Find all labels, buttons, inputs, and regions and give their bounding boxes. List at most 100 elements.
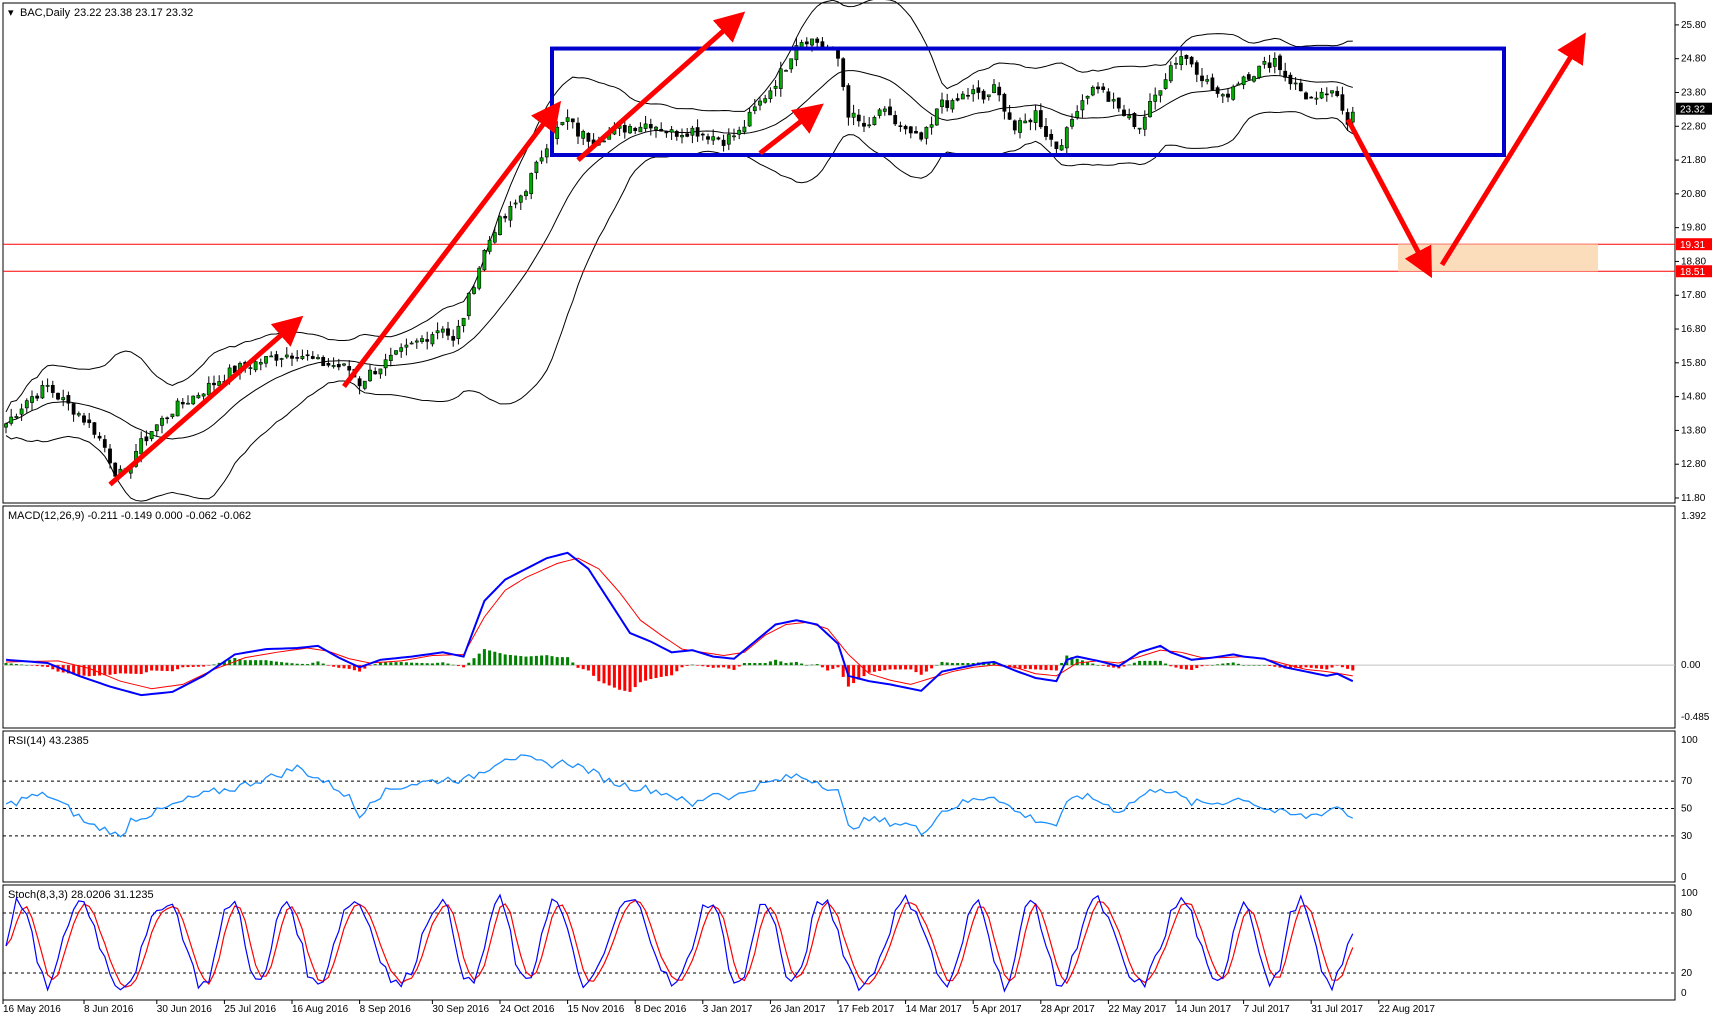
macd-histogram-bar [701, 665, 705, 667]
macd-histogram-bar [155, 665, 159, 671]
date-tick-label: 17 Feb 2017 [838, 1004, 895, 1015]
candle-bull [508, 206, 513, 221]
macd-histogram-bar [1335, 665, 1339, 666]
candle-bull [539, 157, 544, 162]
macd-histogram-bar [1158, 660, 1162, 666]
candle-bear [570, 118, 575, 123]
macd-histogram-bar [1200, 665, 1204, 667]
candle-bear [586, 132, 591, 142]
macd-histogram-bar [1132, 662, 1136, 666]
candle-bull [1023, 120, 1028, 124]
candle-bear [108, 448, 112, 464]
macd-histogram-bar [545, 655, 549, 666]
trading-chart[interactable]: 25.8024.8023.8022.8021.8020.8019.8018.80… [0, 0, 1713, 1020]
candle-bear [1012, 120, 1017, 131]
candle-bull [24, 400, 29, 409]
candle-bull [1153, 94, 1158, 102]
candle-bull [394, 350, 398, 355]
candle-bull [284, 354, 289, 358]
macd-histogram-bar [904, 665, 908, 670]
dropdown-icon[interactable]: ▾ [8, 7, 14, 19]
candle-bull [1070, 119, 1074, 127]
date-tick-label: 30 Jun 2016 [157, 1004, 212, 1015]
macd-histogram-bar [524, 656, 528, 666]
macd-histogram-bar [1340, 665, 1344, 668]
candle-bear [1101, 86, 1106, 90]
candle-bull [461, 317, 466, 327]
candle-bull [1179, 56, 1184, 65]
candle-bear [700, 133, 705, 136]
candle-bear [1210, 77, 1215, 90]
macd-histogram-bar [181, 665, 185, 668]
candle-bear [1309, 96, 1314, 99]
candle-bull [149, 431, 154, 440]
macd-panel[interactable] [2, 505, 1676, 729]
macd-histogram-bar [269, 660, 273, 666]
macd-histogram-bar [342, 665, 346, 669]
macd-histogram-bar [441, 662, 445, 666]
candle-bear [804, 41, 809, 45]
macd-histogram-bar [332, 665, 336, 667]
stoch-panel[interactable] [2, 884, 1676, 1001]
macd-histogram-bar [815, 664, 819, 666]
date-tick-label: 7 Jul 2017 [1244, 1004, 1291, 1015]
candle-bear [716, 137, 721, 140]
macd-tick-label: 0.00 [1681, 660, 1701, 671]
candle-bull [877, 109, 882, 116]
macd-histogram-bar [1309, 665, 1313, 668]
date-tick-label: 14 Mar 2017 [906, 1004, 963, 1015]
candle-bull [4, 423, 8, 428]
candle-bull [1314, 97, 1319, 100]
macd-histogram-bar [602, 665, 606, 684]
macd-histogram-bar [1262, 665, 1266, 666]
price-tick-label: 15.80 [1681, 358, 1706, 369]
macd-histogram-bar [675, 665, 679, 672]
stoch-tick-label: 0 [1681, 988, 1687, 999]
candle-bull [378, 368, 383, 375]
candle-bear [321, 357, 326, 367]
candle-bull [1319, 91, 1324, 99]
macd-histogram-bar [306, 664, 310, 666]
macd-histogram-bar [644, 665, 648, 681]
candle-bull [1127, 115, 1132, 119]
candle-bear [1132, 113, 1137, 128]
macd-histogram-bar [623, 665, 627, 691]
macd-histogram-bar [836, 665, 840, 668]
macd-histogram-bar [1351, 665, 1355, 671]
macd-histogram-bar [498, 653, 502, 666]
macd-histogram-bar [4, 663, 8, 666]
macd-histogram-bar [508, 654, 512, 666]
macd-histogram-bar [1164, 663, 1168, 666]
candle-bull [1090, 86, 1095, 96]
rsi-panel[interactable] [2, 730, 1676, 883]
candle-bull [1111, 99, 1116, 102]
macd-histogram-bar [311, 662, 315, 666]
candle-bull [19, 408, 24, 415]
macd-histogram-bar [711, 665, 715, 668]
macd-histogram-bar [737, 665, 741, 667]
candle-bear [576, 122, 580, 137]
candle-bear [1002, 93, 1007, 112]
macd-histogram-bar [566, 657, 570, 666]
level-tag-label: 19.31 [1680, 240, 1705, 251]
rsi-tick-label: 30 [1681, 831, 1693, 842]
candle-bull [513, 202, 518, 205]
macd-histogram-bar [612, 665, 616, 688]
candle-bull [362, 380, 367, 389]
candle-bear [862, 122, 866, 127]
macd-histogram-bar [420, 663, 424, 666]
candle-bear [856, 114, 861, 122]
macd-histogram-bar [493, 651, 497, 666]
candle-bull [971, 89, 976, 95]
candle-bear [357, 378, 362, 387]
candle-bull [1257, 65, 1262, 78]
candle-bull [1293, 82, 1298, 85]
macd-histogram-bar [1034, 665, 1038, 670]
candle-bull [534, 161, 539, 174]
date-tick-label: 8 Sep 2016 [360, 1004, 412, 1015]
macd-histogram-bar [1314, 665, 1318, 669]
candle-bull [279, 358, 284, 360]
macd-histogram-bar [404, 662, 408, 666]
macd-histogram-bar [1330, 665, 1334, 668]
macd-histogram-bar [784, 663, 788, 666]
